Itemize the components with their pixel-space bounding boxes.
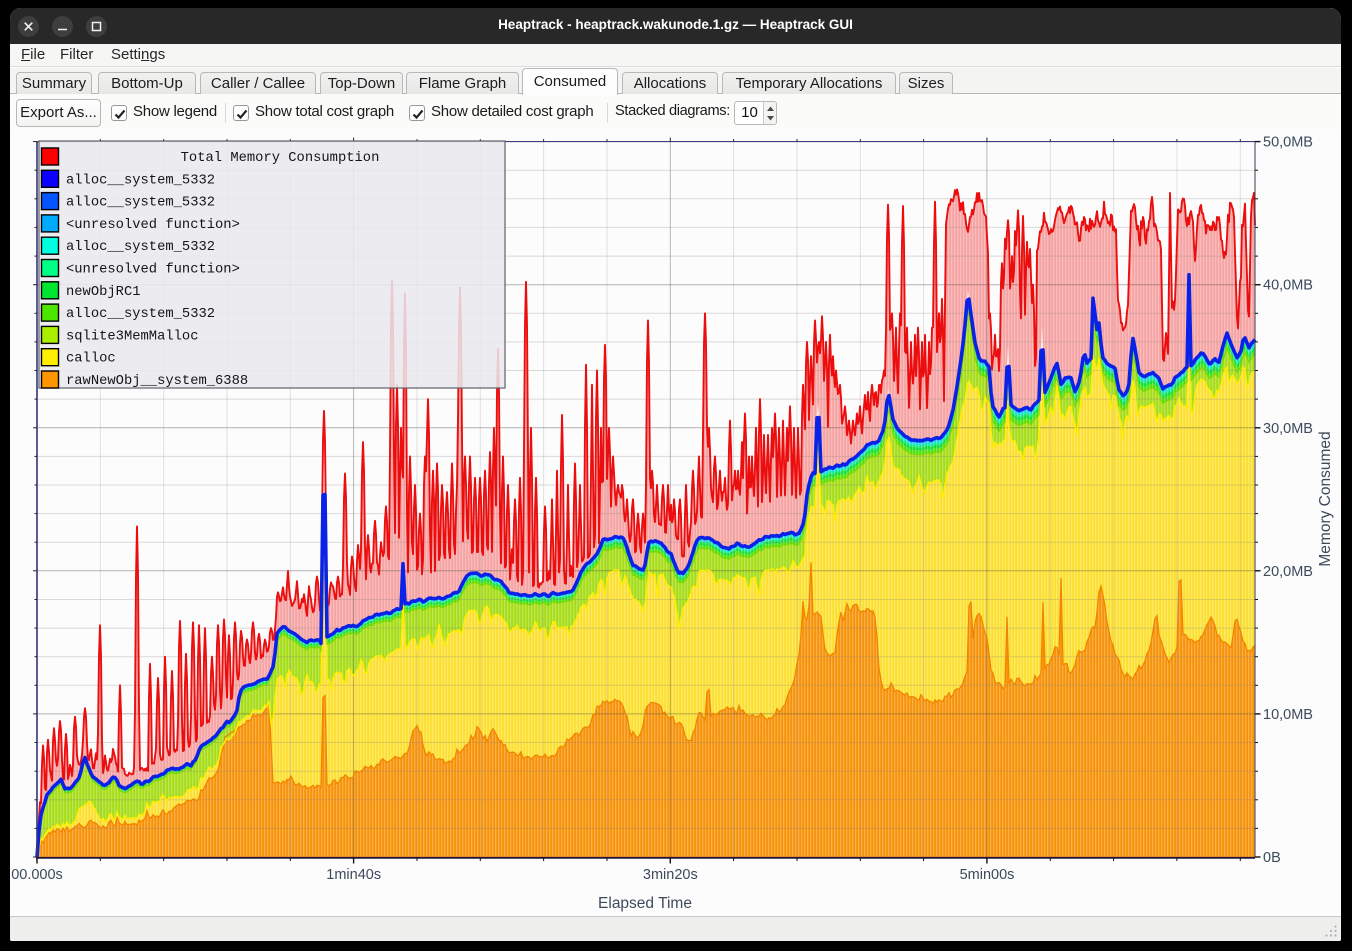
svg-text:5min00s: 5min00s [960,867,1015,883]
svg-text:30,0MB: 30,0MB [1263,421,1313,437]
svg-text:40,0MB: 40,0MB [1263,278,1313,294]
svg-text:newObjRC1: newObjRC1 [66,284,141,300]
svg-text:0B: 0B [1263,850,1281,866]
svg-text:3min20s: 3min20s [643,867,698,883]
svg-text:alloc__system_5332: alloc__system_5332 [66,239,215,255]
svg-text:alloc__system_5332: alloc__system_5332 [66,195,215,211]
svg-text:Total Memory Consumption: Total Memory Consumption [181,150,380,166]
svg-text:50,0MB: 50,0MB [1263,135,1313,151]
svg-text:alloc__system_5332: alloc__system_5332 [66,306,215,322]
svg-text:rawNewObj__system_6388: rawNewObj__system_6388 [66,373,248,389]
svg-text:calloc: calloc [66,351,116,367]
svg-text:20,0MB: 20,0MB [1263,564,1313,580]
svg-text:00.000s: 00.000s [11,867,63,883]
svg-text:sqlite3MemMalloc: sqlite3MemMalloc [66,328,198,344]
svg-text:<unresolved function>: <unresolved function> [66,217,240,233]
svg-text:<unresolved function>: <unresolved function> [66,262,240,278]
svg-text:alloc__system_5332: alloc__system_5332 [66,172,215,188]
svg-text:10,0MB: 10,0MB [1263,707,1313,723]
svg-text:Elapsed Time: Elapsed Time [598,895,692,912]
svg-text:1min40s: 1min40s [326,867,381,883]
svg-text:Memory Consumed: Memory Consumed [1317,431,1334,566]
